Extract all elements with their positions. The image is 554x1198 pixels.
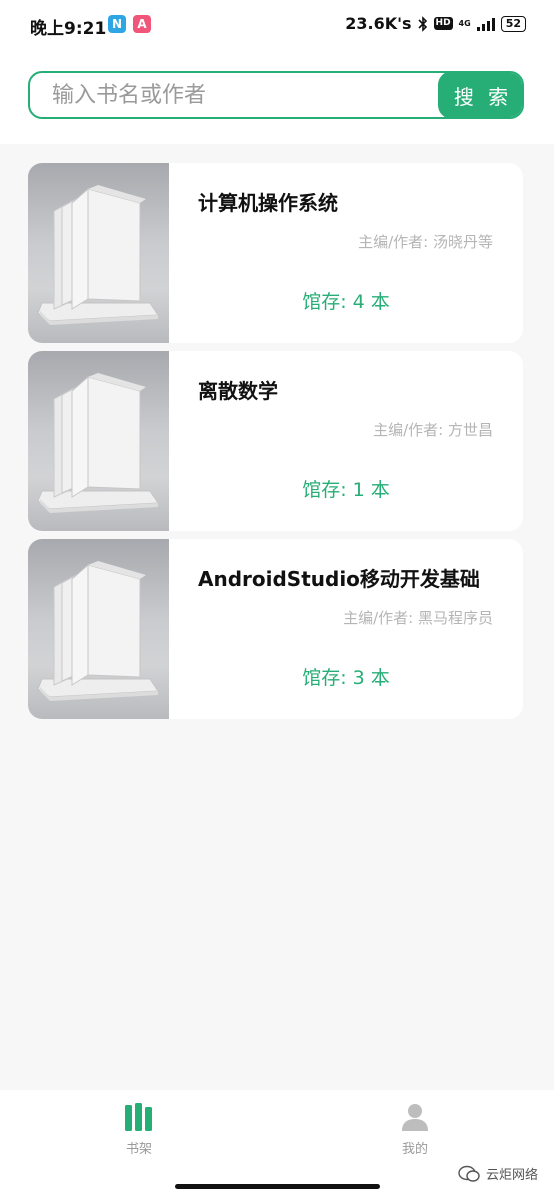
notification-app-icon-a: A [133,15,151,33]
watermark: 云炬网络 [458,1164,538,1183]
network-speed: 23.6K's [345,14,412,33]
search-header: 搜 索 [0,52,554,144]
book-author: 主编/作者: 方世昌 [373,421,493,439]
nav-label-mine: 我的 [401,1142,428,1157]
book-author: 主编/作者: 黑马程序员 [343,609,493,627]
book-stock: 馆存: 4 本 [302,291,390,313]
book-cover-image [28,539,169,719]
watermark-text: 云炬网络 [485,1168,538,1183]
book-list: 计算机操作系统 主编/作者: 汤晓丹等 馆存: 4 本 离散数学 主编/作者: … [28,163,523,727]
search-input[interactable] [30,73,440,117]
status-bar: 晚上9:21 N A 23.6K's HD 4G 52 [0,0,554,52]
home-indicator [175,1184,380,1189]
book-cover-image [28,163,169,343]
search-box: 搜 索 [28,71,524,119]
network-type: 4G [458,19,471,28]
hd-badge: HD [433,17,453,30]
book-card[interactable]: 离散数学 主编/作者: 方世昌 馆存: 1 本 [28,351,523,531]
book-title: AndroidStudio移动开发基础 [198,567,480,591]
book-author: 主编/作者: 汤晓丹等 [358,233,493,251]
bookshelf-icon [125,1103,152,1131]
battery-icon: 52 [500,15,526,32]
search-button[interactable]: 搜 索 [438,73,522,117]
book-cover-image [28,351,169,531]
bluetooth-icon [417,15,427,32]
book-title: 离散数学 [198,379,278,403]
book-card[interactable]: AndroidStudio移动开发基础 主编/作者: 黑马程序员 馆存: 3 本 [28,539,523,719]
book-card[interactable]: 计算机操作系统 主编/作者: 汤晓丹等 馆存: 4 本 [28,163,523,343]
wechat-icon [458,1165,480,1182]
status-time: 晚上9:21 [30,19,107,39]
book-stock: 馆存: 3 本 [302,667,390,689]
nav-item-bookshelf[interactable]: 书架 [99,1102,179,1157]
book-stock: 馆存: 1 本 [302,479,390,501]
person-icon [402,1104,428,1131]
nav-label-bookshelf: 书架 [125,1142,152,1157]
status-indicators: 23.6K's HD 4G 52 [345,14,526,33]
book-title: 计算机操作系统 [198,191,338,215]
notification-app-icon-n: N [108,15,126,33]
nav-item-mine[interactable]: 我的 [375,1102,455,1157]
signal-icon [476,17,495,31]
